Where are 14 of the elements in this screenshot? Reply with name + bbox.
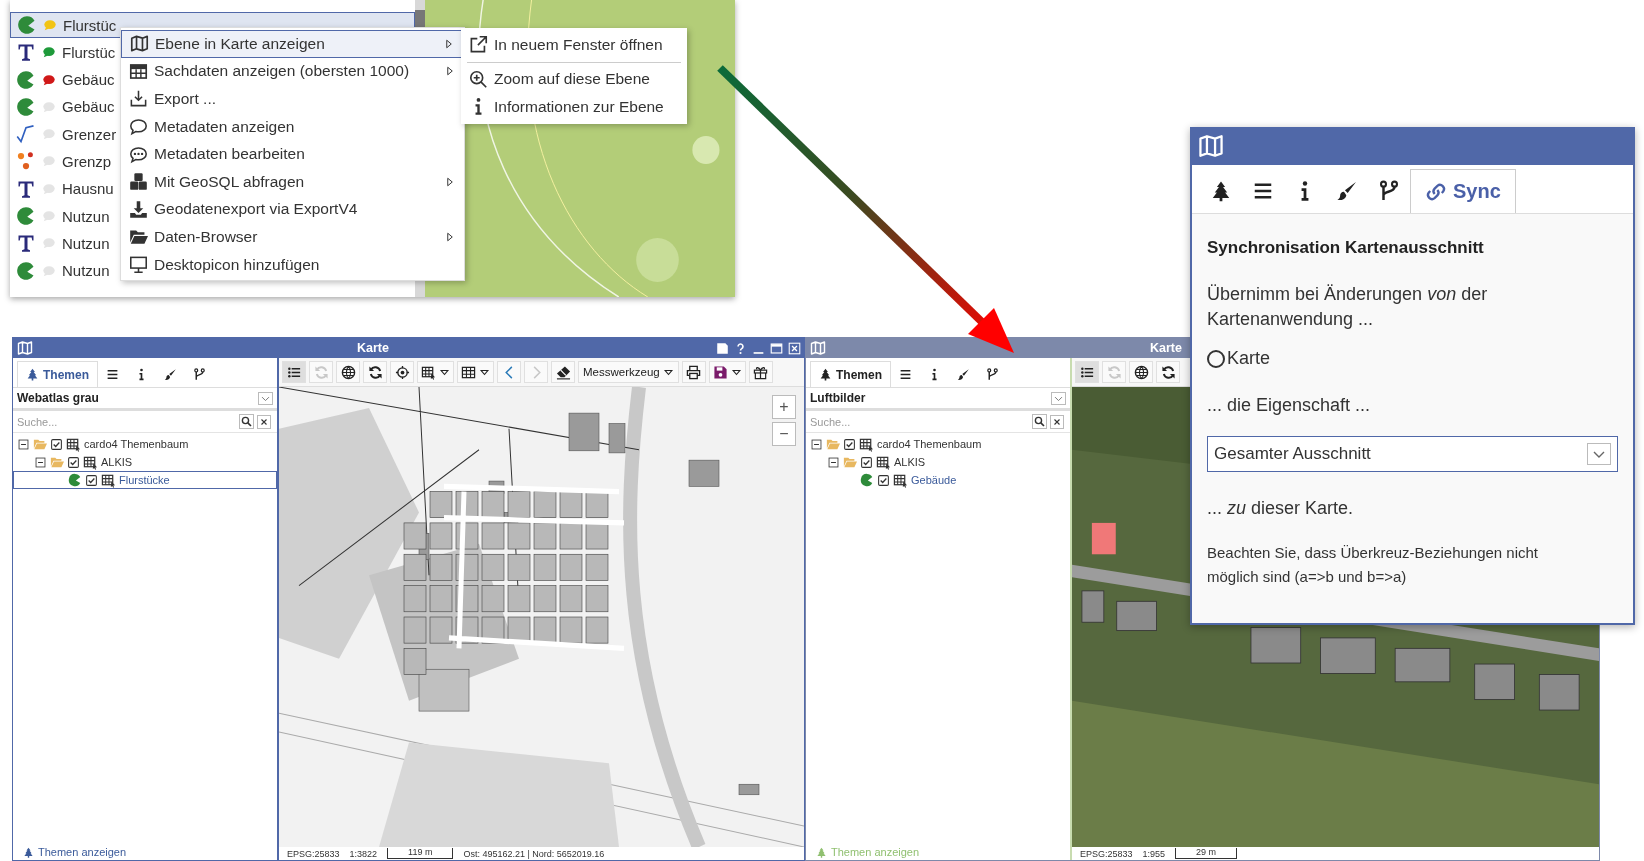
note-text: Beachten Sie, dass Überkreuz-Beziehungen nicht möglich sind (a=>b und b=>a) — [1207, 543, 1540, 587]
property-label: ... die Eigenschaft ... — [1207, 394, 1371, 417]
window-title: Karte — [357, 341, 389, 355]
coordinates-label: Ost: 495162.21 | Nord: 5652019.16 — [463, 848, 605, 859]
crs-label: EPSG:25833 — [287, 848, 340, 859]
scale-label: 1:955 — [1142, 848, 1166, 859]
crs-label: EPSG:25833 — [1080, 848, 1133, 859]
scale-bar: 29 m — [1175, 848, 1238, 859]
intro-text: Übernimm bei Änderungen von der Kartenanwendung ... — [1207, 283, 1489, 331]
target-label: ... zu dieser Karte. — [1207, 497, 1354, 520]
section-heading: Synchronisation Kartenausschnitt — [1207, 238, 1484, 258]
scale-label: 1:3822 — [349, 848, 378, 859]
scale-bar: 119 m — [387, 848, 454, 859]
window-title: Karte — [1150, 341, 1182, 355]
